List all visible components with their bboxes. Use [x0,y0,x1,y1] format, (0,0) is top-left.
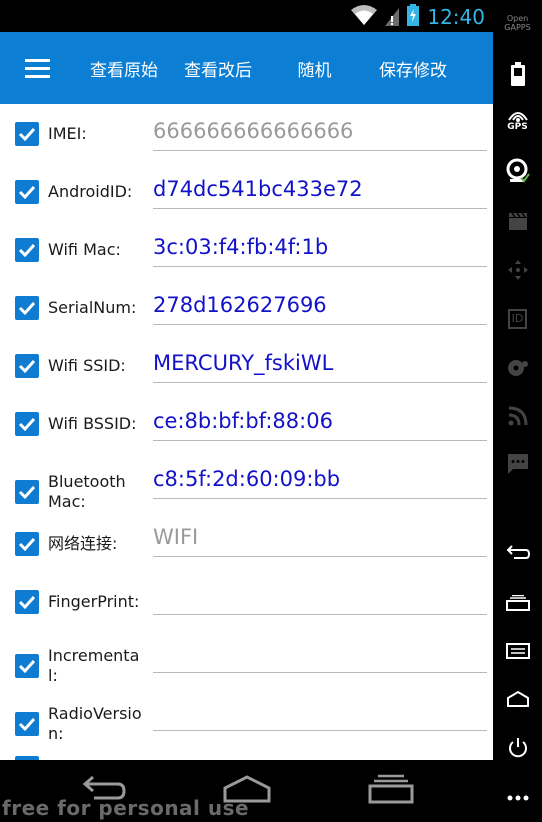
wifi-ssid-checkbox[interactable] [15,354,39,378]
fingerprint-input[interactable] [153,580,487,615]
android-id-input[interactable]: d74dc541bc433e72 [153,174,487,209]
random-button[interactable]: 随机 [262,32,367,104]
field-row-wifi-ssid: Wifi SSID: MERCURY_fskiWL [0,336,493,394]
wifi-icon [351,4,378,30]
wifi-mac-checkbox[interactable] [15,238,39,262]
checkmark-icon [18,595,36,610]
field-row-radio-version: RadioVersion: [0,684,493,743]
incremental-label: Incremental: [48,646,140,685]
video-clapper-icon[interactable] [493,210,542,232]
watermark-text: free for personal use [2,796,250,820]
field-row-fingerprint: FingerPrint: [0,568,493,626]
checkmark-icon [18,243,36,258]
android-id-checkbox[interactable] [15,180,39,204]
serial-num-label: SerialNum: [48,298,137,317]
checkmark-icon [18,717,36,732]
imei-label: IMEI: [48,124,87,143]
imei-input[interactable]: 666666666666666 [153,116,487,151]
imei-checkbox[interactable] [15,122,39,146]
field-row-imei: IMEI: 666666666666666 [0,104,493,162]
back-arrow-icon[interactable] [493,542,542,564]
wifi-ssid-label: Wifi SSID: [48,356,126,375]
checkmark-icon [18,537,36,552]
status-icons: 12:40 [351,4,485,30]
bluetooth-mac-input[interactable]: c8:5f:2d:60:09:bb [153,464,487,499]
incremental-input[interactable] [153,638,487,673]
network-checkbox[interactable] [15,532,39,556]
home-icon[interactable] [493,688,542,710]
wifi-bssid-checkbox[interactable] [15,412,39,436]
open-gapps-logo: Open GAPPS [504,14,531,32]
field-row-network: 网络连接: WIFI [0,510,493,568]
status-clock: 12:40 [427,5,485,29]
view-original-button[interactable]: 查看原始 [74,32,174,104]
checkmark-icon [18,359,36,374]
serial-num-input[interactable]: 278d162627696 [153,290,487,325]
network-input[interactable]: WIFI [153,522,487,557]
menu-icon[interactable] [493,640,542,662]
rss-feed-icon[interactable] [493,404,542,428]
checkmark-icon [18,127,36,142]
no-sim-icon [385,4,400,30]
radio-version-label: RadioVersion: [48,704,142,743]
wifi-bssid-input[interactable]: ce:8b:bf:bf:88:06 [153,406,487,441]
fingerprint-label: FingerPrint: [48,592,140,611]
camera-icon[interactable] [493,158,542,184]
field-row-serial-num: SerialNum: 278d162627696 [0,278,493,336]
sms-message-icon[interactable] [493,452,542,476]
app-toolbar: 查看原始 查看改后 随机 保存修改 [0,32,493,104]
checkmark-icon [18,485,36,500]
battery-charging-icon [407,4,420,30]
checkmark-icon [18,417,36,432]
power-icon[interactable] [493,736,542,760]
wifi-mac-input[interactable]: 3c:03:f4:fb:4f:1b [153,232,487,267]
battery-icon[interactable] [493,62,542,86]
status-bar: 12:40 [0,0,493,32]
view-modified-button[interactable]: 查看改后 [174,32,262,104]
field-row-android-id: AndroidID: d74dc541bc433e72 [0,162,493,220]
disc-media-icon[interactable] [493,356,542,380]
bluetooth-mac-label: Bluetooth Mac: [48,472,126,511]
save-changes-button[interactable]: 保存修改 [367,32,459,104]
bluetooth-mac-checkbox[interactable] [15,480,39,504]
serial-num-checkbox[interactable] [15,296,39,320]
more-options-icon[interactable] [493,788,542,808]
radio-version-checkbox[interactable] [15,712,39,736]
wifi-mac-label: Wifi Mac: [48,240,121,259]
checkmark-icon [18,659,36,674]
gps-icon[interactable]: GPS [493,108,542,134]
checkmark-icon [18,301,36,316]
emulator-side-bar: Open GAPPS GPS ID [493,0,542,822]
fingerprint-checkbox[interactable] [15,590,39,614]
wifi-bssid-label: Wifi BSSID: [48,414,137,433]
radio-version-input[interactable] [153,696,487,731]
hamburger-menu-icon[interactable] [0,32,74,104]
field-row-wifi-mac: Wifi Mac: 3c:03:f4:fb:4f:1b [0,220,493,278]
field-row-incremental: Incremental: [0,626,493,685]
device-id-icon[interactable]: ID [493,306,542,332]
dpad-move-icon[interactable] [493,258,542,282]
incremental-checkbox[interactable] [15,654,39,678]
field-row-wifi-bssid: Wifi BSSID: ce:8b:bf:bf:88:06 [0,394,493,452]
wifi-ssid-input[interactable]: MERCURY_fskiWL [153,348,487,383]
checkmark-icon [18,185,36,200]
android-id-label: AndroidID: [48,182,133,201]
nav-recent-apps-icon[interactable] [368,774,414,808]
recent-apps-icon[interactable] [493,592,542,614]
field-row-bluetooth-mac: Bluetooth Mac: c8:5f:2d:60:09:bb [0,452,493,511]
network-label: 网络连接: [48,534,118,553]
device-info-form: IMEI: 666666666666666 AndroidID: d74dc54… [0,104,493,760]
